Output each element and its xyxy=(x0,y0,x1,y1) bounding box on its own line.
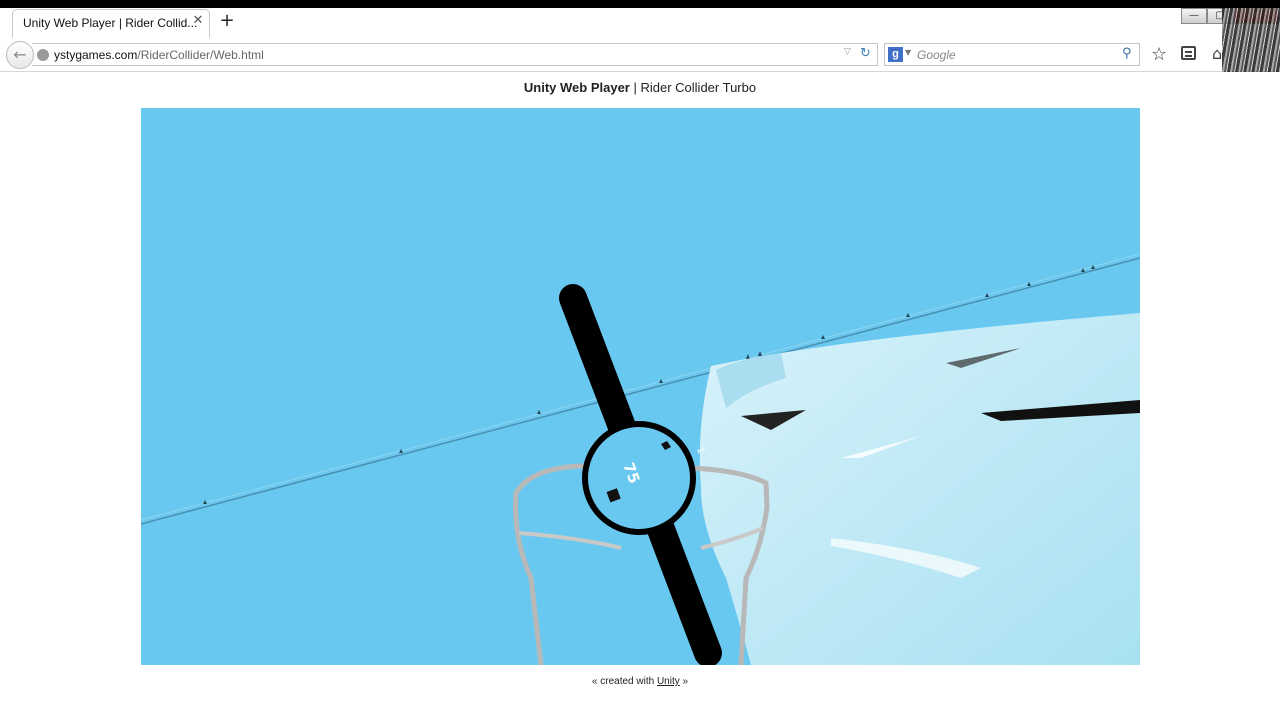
unity-player-canvas[interactable]: 75 1 xyxy=(141,108,1140,665)
page-title: Unity Web Player | Rider Collider Turbo xyxy=(0,80,1280,95)
back-button[interactable]: ← xyxy=(6,41,34,69)
tab-close-icon[interactable]: ✕ xyxy=(191,14,205,28)
engine-dropdown-icon[interactable]: ▼ xyxy=(905,48,911,57)
bookmark-star-icon[interactable]: ☆ xyxy=(1151,44,1167,65)
tab-strip: Unity Web Player | Rider Collid... ✕ + —… xyxy=(0,8,1280,38)
history-dropdown-icon[interactable]: ▽ xyxy=(844,47,851,57)
game-scene xyxy=(141,253,1140,665)
new-tab-button[interactable]: + xyxy=(219,11,235,31)
google-engine-icon[interactable]: g xyxy=(888,47,903,62)
reload-icon[interactable]: ↻ xyxy=(860,46,871,61)
url-path: /RiderCollider/Web.html xyxy=(137,48,264,62)
address-bar[interactable]: ystygames.com/RiderCollider/Web.html ▽ ↻ xyxy=(32,43,878,66)
bookmarks-list-icon[interactable] xyxy=(1181,46,1196,60)
theme-corner-artwork xyxy=(1222,8,1280,72)
navigation-toolbar: ystygames.com/RiderCollider/Web.html ▽ ↻… xyxy=(0,38,1280,72)
url-text[interactable]: ystygames.com/RiderCollider/Web.html xyxy=(54,48,264,62)
footer-prefix: « created with xyxy=(591,676,657,687)
globe-icon xyxy=(37,49,49,61)
minimize-button[interactable]: — xyxy=(1181,8,1207,24)
url-host: ystygames.com xyxy=(54,48,138,62)
search-input[interactable] xyxy=(917,46,1117,64)
page-title-bold: Unity Web Player xyxy=(523,80,630,95)
page-footer: « created with Unity » xyxy=(0,676,1280,687)
search-icon[interactable]: ⚲ xyxy=(1122,46,1132,61)
window-top-edge xyxy=(0,0,1280,8)
back-arrow-icon: ← xyxy=(13,45,27,64)
tab-unity-web-player[interactable]: Unity Web Player | Rider Collid... ✕ xyxy=(12,9,210,38)
page-title-separator: | xyxy=(629,80,641,95)
footer-suffix: » xyxy=(679,676,689,687)
page-title-rest: Rider Collider Turbo xyxy=(640,80,757,95)
tab-title: Unity Web Player | Rider Collid... xyxy=(23,16,198,30)
unity-link[interactable]: Unity xyxy=(657,676,680,687)
search-bar[interactable]: g ▼ ⚲ xyxy=(884,43,1140,66)
home-icon[interactable]: ⌂ xyxy=(1212,44,1222,63)
bike-frame-crossbar xyxy=(518,531,622,550)
